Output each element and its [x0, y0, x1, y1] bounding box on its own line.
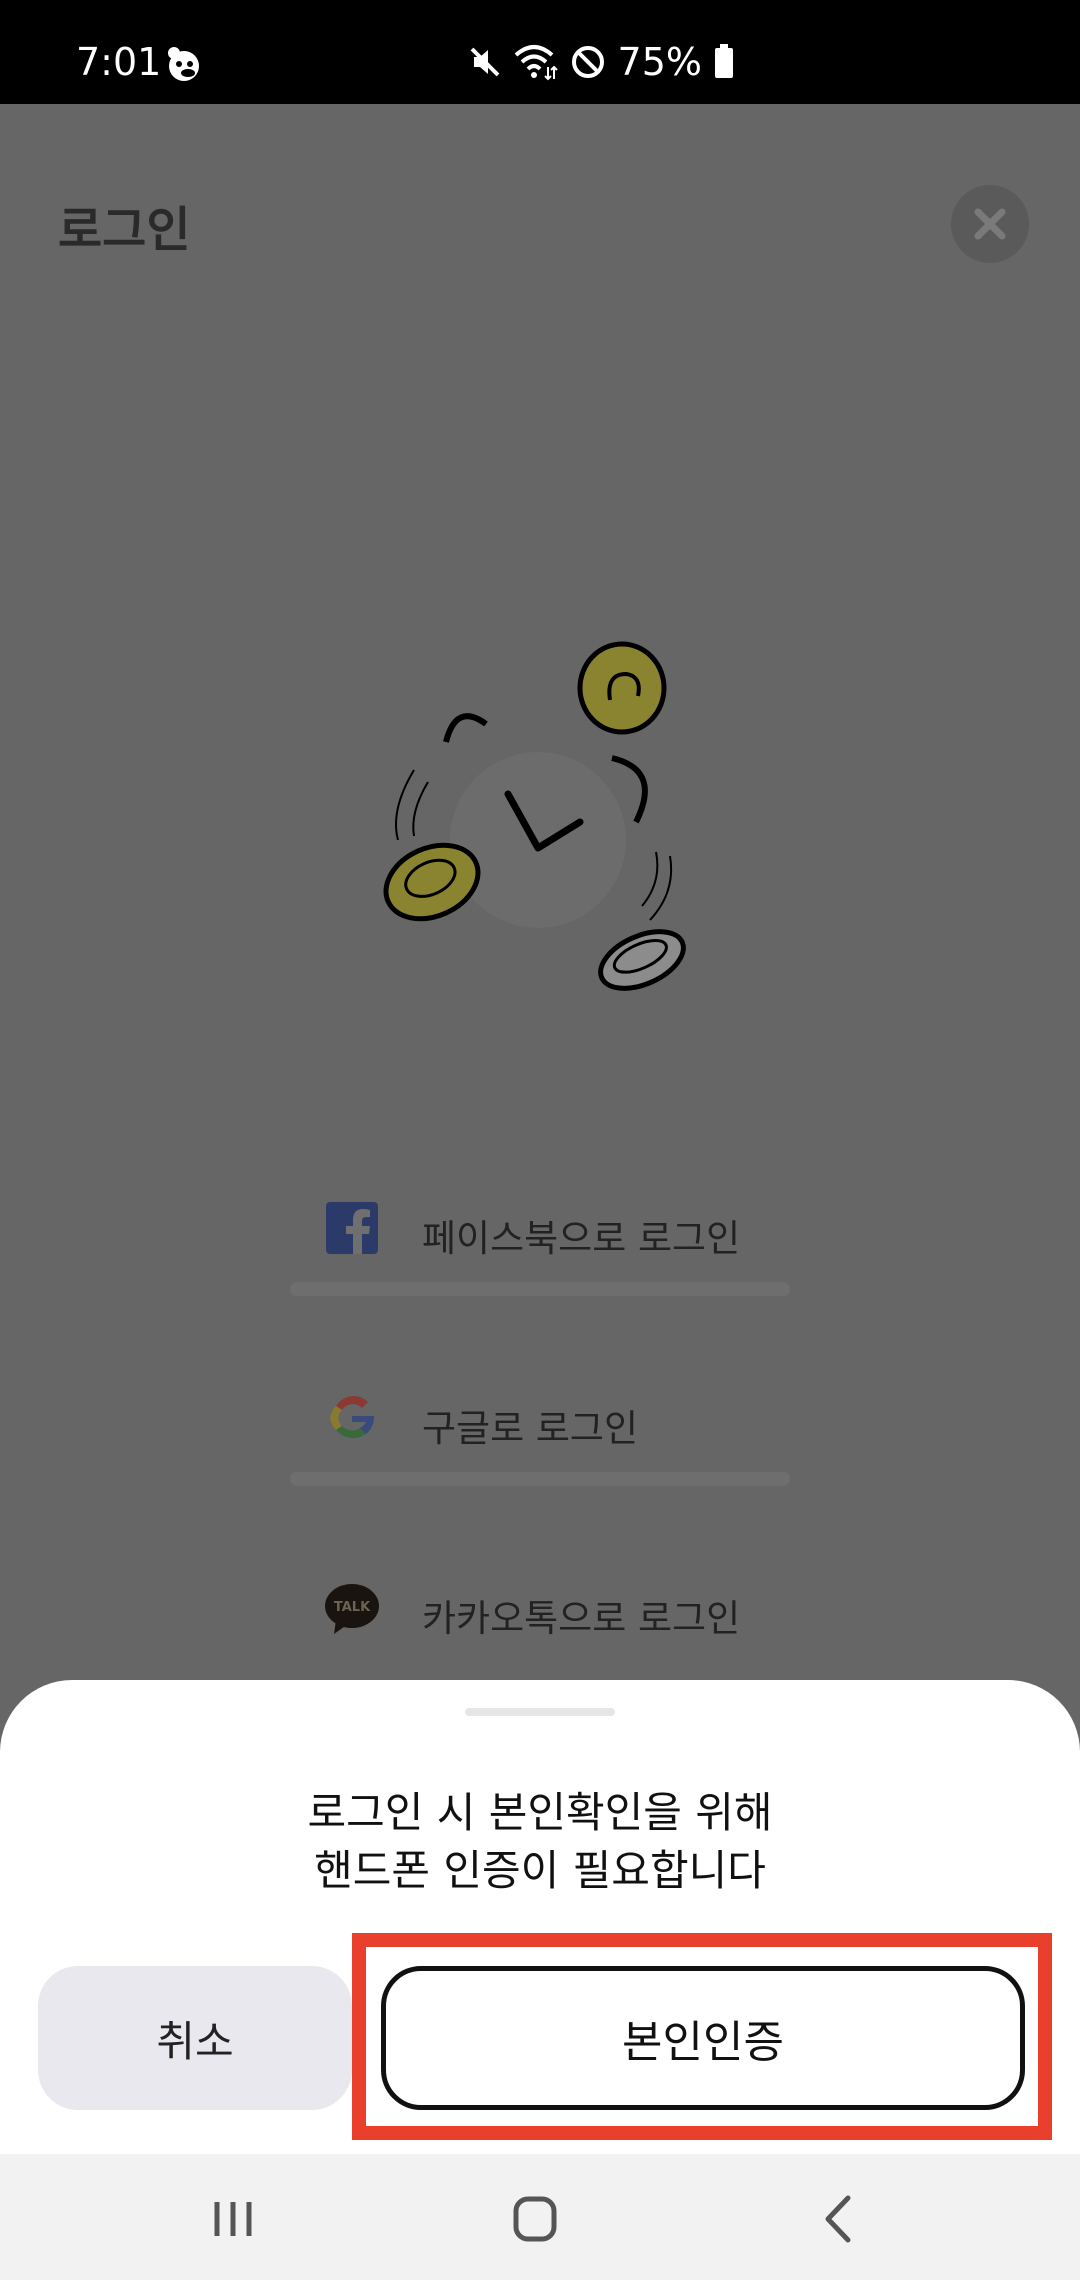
status-bar: 7:01 75%: [0, 0, 1080, 104]
status-time: 7:01: [76, 40, 162, 84]
kakaotalk-login-button[interactable]: TALK 카카오톡으로 로그인: [290, 1552, 790, 1662]
mute-icon: [468, 45, 502, 79]
recent-apps-icon: [214, 2202, 252, 2236]
status-icons: 75%: [468, 40, 734, 84]
back-button[interactable]: [798, 2184, 878, 2254]
wifi-icon: [514, 43, 558, 81]
sheet-drag-handle[interactable]: [465, 1708, 615, 1716]
google-icon: [330, 1395, 375, 1439]
google-login-label: 구글로 로그인: [422, 1407, 639, 1450]
verification-message: 로그인 시 본인확인을 위해 핸드폰 인증이 필요합니다: [0, 1784, 1080, 1900]
do-not-disturb-icon: [570, 44, 606, 80]
identity-verification-button[interactable]: 본인인증: [381, 1966, 1025, 2110]
clock-coins-illustration: [383, 641, 686, 991]
verification-bottom-sheet: 로그인 시 본인확인을 위해 핸드폰 인증이 필요합니다 취소 본인인증: [0, 1680, 1080, 2154]
divider: [290, 1282, 790, 1296]
close-icon: [974, 208, 1006, 240]
facebook-icon: [326, 1202, 378, 1254]
divider: [290, 1472, 790, 1486]
verification-message-line1: 로그인 시 본인확인을 위해: [307, 1788, 773, 1837]
battery-percent: 75%: [617, 40, 702, 84]
kakaotalk-icon-text: TALK: [334, 1600, 371, 1615]
home-icon: [513, 2196, 557, 2242]
recent-apps-button[interactable]: [193, 2184, 273, 2254]
kakaotalk-login-label: 카카오톡으로 로그인: [422, 1597, 741, 1640]
home-button[interactable]: [495, 2184, 575, 2254]
back-icon: [825, 2195, 851, 2243]
kakaotalk-icon: TALK: [325, 1584, 379, 1634]
battery-icon: [714, 44, 734, 80]
close-button[interactable]: [951, 185, 1029, 263]
verification-message-line2: 핸드폰 인증이 필요합니다: [314, 1846, 766, 1895]
navigation-bar: [0, 2154, 1080, 2280]
facebook-login-label: 페이스북으로 로그인: [422, 1217, 741, 1260]
google-login-button[interactable]: 구글로 로그인: [290, 1362, 790, 1486]
app-notification-icon: [164, 44, 204, 84]
facebook-login-button[interactable]: 페이스북으로 로그인: [290, 1172, 790, 1296]
cancel-button[interactable]: 취소: [38, 1966, 352, 2110]
page-title: 로그인: [58, 202, 191, 258]
